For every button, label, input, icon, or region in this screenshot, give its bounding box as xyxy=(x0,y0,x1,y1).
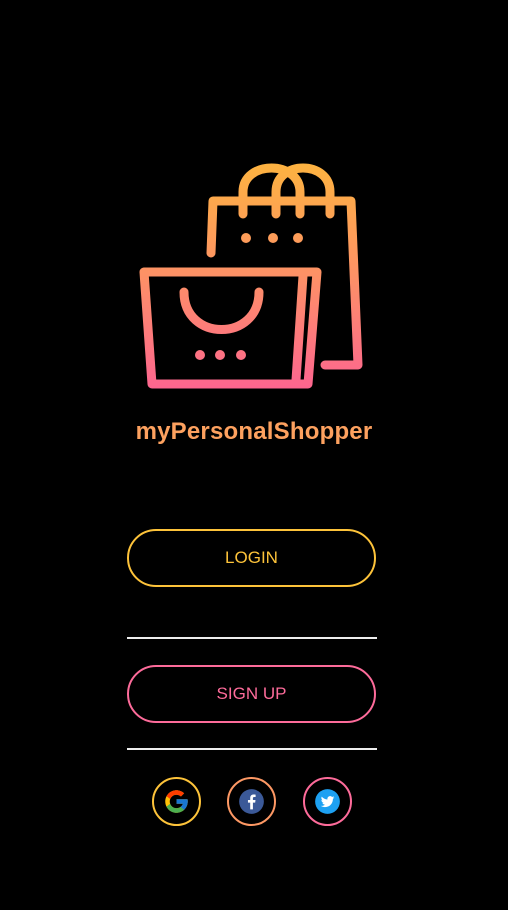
login-button[interactable]: LOGIN xyxy=(127,529,376,587)
shopping-bags-icon xyxy=(139,163,363,389)
signup-button[interactable]: SIGN UP xyxy=(127,665,376,723)
facebook-login-button[interactable] xyxy=(227,777,276,826)
app-title: myPersonalShopper xyxy=(135,418,373,445)
app-logo xyxy=(130,160,380,400)
twitter-icon xyxy=(315,789,340,814)
google-icon xyxy=(165,790,188,813)
divider xyxy=(127,748,377,750)
facebook-icon xyxy=(239,789,264,814)
divider xyxy=(127,637,377,639)
login-button-label: LOGIN xyxy=(225,548,278,567)
twitter-login-button[interactable] xyxy=(303,777,352,826)
signup-button-label: SIGN UP xyxy=(216,684,287,703)
google-login-button[interactable] xyxy=(152,777,201,826)
